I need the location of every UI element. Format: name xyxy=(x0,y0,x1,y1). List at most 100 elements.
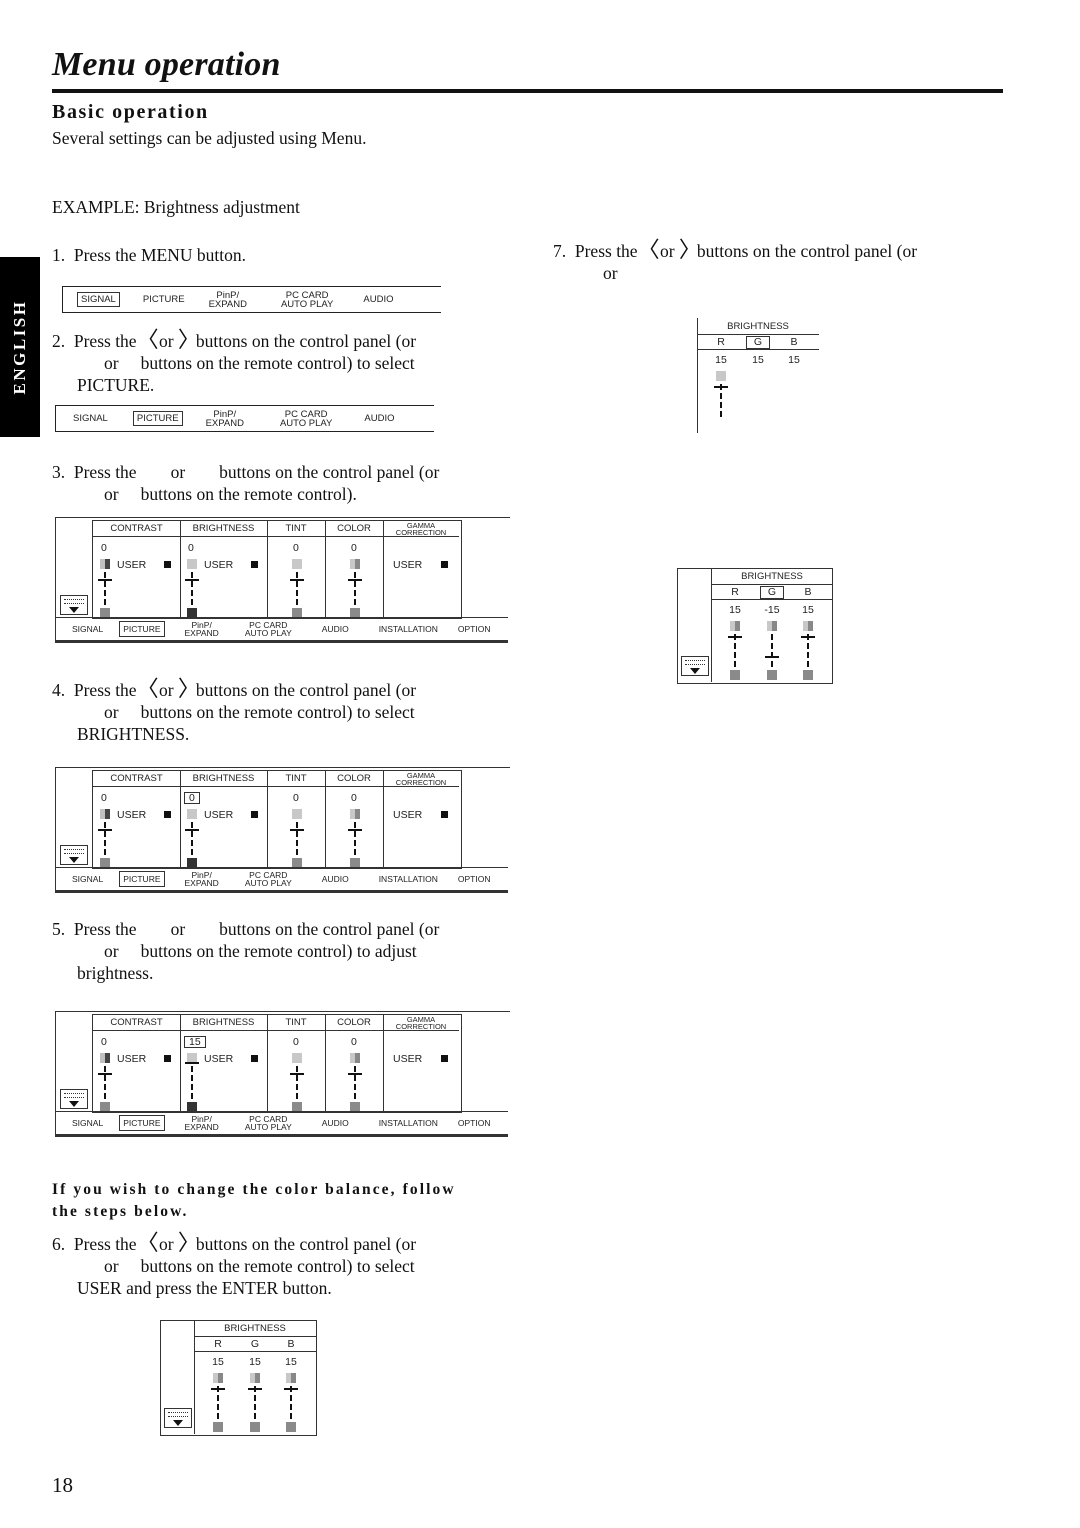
column-color[interactable]: COLOR 0 xyxy=(325,521,384,618)
scroll-down-icon[interactable] xyxy=(60,595,88,615)
channel-b[interactable]: B xyxy=(279,1338,303,1350)
channel-r-slider[interactable] xyxy=(714,371,728,431)
column-contrast[interactable]: CONTRAST 0 USER xyxy=(93,521,181,618)
channel-g[interactable]: G xyxy=(760,586,784,599)
channel-b[interactable]: B xyxy=(782,336,806,348)
tab-pinp-expand[interactable]: PinP/EXPAND xyxy=(185,621,219,638)
contrast-value[interactable]: 0 xyxy=(101,792,107,804)
slider-thumb[interactable] xyxy=(248,1388,262,1390)
column-contrast[interactable]: CONTRAST 0 USER xyxy=(93,1015,181,1112)
column-tint[interactable]: TINT 0 xyxy=(267,1015,326,1112)
channel-r[interactable]: R xyxy=(709,336,733,348)
color-value[interactable]: 0 xyxy=(351,542,357,554)
column-brightness[interactable]: BRIGHTNESS 0 USER xyxy=(180,521,268,618)
scroll-down-icon[interactable] xyxy=(164,1408,192,1428)
slider-thumb[interactable] xyxy=(185,1062,199,1064)
contrast-slider[interactable] xyxy=(98,559,112,619)
color-slider[interactable] xyxy=(348,809,362,869)
menu-picture[interactable]: PICTURE xyxy=(132,411,183,426)
slider-thumb[interactable] xyxy=(728,636,742,638)
slider-thumb[interactable] xyxy=(290,829,304,831)
tint-slider[interactable] xyxy=(290,809,304,869)
brightness-slider[interactable] xyxy=(185,559,199,619)
contrast-slider[interactable] xyxy=(98,809,112,869)
column-gamma[interactable]: GAMMA CORRECTION USER xyxy=(383,771,459,868)
tab-option[interactable]: OPTION xyxy=(458,1119,491,1128)
slider-thumb[interactable] xyxy=(98,829,112,831)
menu-picture[interactable]: PICTURE xyxy=(140,293,188,306)
tab-option[interactable]: OPTION xyxy=(458,625,491,634)
menu-pc-card[interactable]: PC CARD AUTO PLAY xyxy=(278,289,336,311)
menu-audio[interactable]: AUDIO xyxy=(360,293,396,306)
column-color[interactable]: COLOR 0 xyxy=(325,1015,384,1112)
brightness-value[interactable]: 0 xyxy=(188,542,194,554)
scroll-down-icon[interactable] xyxy=(60,1089,88,1109)
slider-thumb[interactable] xyxy=(714,386,728,388)
brightness-slider[interactable] xyxy=(185,809,199,869)
tab-audio[interactable]: AUDIO xyxy=(322,1119,349,1128)
contrast-value[interactable]: 0 xyxy=(101,542,107,554)
tab-picture[interactable]: PICTURE xyxy=(119,871,165,887)
menu-signal[interactable]: SIGNAL xyxy=(70,412,111,425)
color-slider[interactable] xyxy=(348,1053,362,1113)
channel-r[interactable]: R xyxy=(206,1338,230,1350)
tab-audio[interactable]: AUDIO xyxy=(322,625,349,634)
tab-signal[interactable]: SIGNAL xyxy=(72,875,103,884)
column-color[interactable]: COLOR 0 xyxy=(325,771,384,868)
column-tint[interactable]: TINT 0 xyxy=(267,771,326,868)
tab-pinp-expand[interactable]: PinP/EXPAND xyxy=(185,1115,219,1132)
tab-pinp-expand[interactable]: PinP/EXPAND xyxy=(185,871,219,888)
channel-g-slider[interactable] xyxy=(765,621,779,681)
channel-g-slider[interactable] xyxy=(248,1373,262,1433)
slider-thumb[interactable] xyxy=(348,829,362,831)
menu-signal[interactable]: SIGNAL xyxy=(77,292,120,307)
slider-thumb[interactable] xyxy=(348,579,362,581)
contrast-slider[interactable] xyxy=(98,1053,112,1113)
scroll-down-icon[interactable] xyxy=(60,845,88,865)
menu-pinp-expand[interactable]: PinP/EXPAND xyxy=(203,408,247,430)
tab-picture[interactable]: PICTURE xyxy=(119,1115,165,1131)
slider-thumb[interactable] xyxy=(765,656,779,658)
tint-value[interactable]: 0 xyxy=(293,542,299,554)
channel-r-slider[interactable] xyxy=(211,1373,225,1433)
column-brightness[interactable]: BRIGHTNESS 15 USER xyxy=(180,1015,268,1112)
tab-picture[interactable]: PICTURE xyxy=(119,621,165,637)
column-gamma[interactable]: GAMMA CORRECTION USER xyxy=(383,1015,459,1112)
column-gamma[interactable]: GAMMA CORRECTION USER xyxy=(383,521,459,618)
menu-pinp-expand[interactable]: PinP/EXPAND xyxy=(206,289,250,311)
menu-pc-card[interactable]: PC CARD AUTO PLAY xyxy=(277,408,335,430)
tab-signal[interactable]: SIGNAL xyxy=(72,1119,103,1128)
column-tint[interactable]: TINT 0 xyxy=(267,521,326,618)
tab-pc-card[interactable]: PC CARD AUTO PLAY xyxy=(245,871,292,888)
channel-r[interactable]: R xyxy=(723,586,747,598)
brightness-slider[interactable] xyxy=(185,1053,199,1113)
color-slider[interactable] xyxy=(348,559,362,619)
slider-thumb[interactable] xyxy=(290,579,304,581)
channel-b-slider[interactable] xyxy=(284,1373,298,1433)
brightness-value[interactable]: 0 xyxy=(184,792,200,804)
tint-value[interactable]: 0 xyxy=(293,792,299,804)
tint-value[interactable]: 0 xyxy=(293,1036,299,1048)
slider-thumb[interactable] xyxy=(801,636,815,638)
slider-thumb[interactable] xyxy=(348,1073,362,1075)
channel-g[interactable]: G xyxy=(243,1338,267,1350)
tab-installation[interactable]: INSTALLATION xyxy=(379,1119,438,1128)
slider-thumb[interactable] xyxy=(185,579,199,581)
tab-installation[interactable]: INSTALLATION xyxy=(379,625,438,634)
slider-thumb[interactable] xyxy=(98,579,112,581)
slider-thumb[interactable] xyxy=(98,1073,112,1075)
menu-audio[interactable]: AUDIO xyxy=(361,412,397,425)
tab-option[interactable]: OPTION xyxy=(458,875,491,884)
column-brightness[interactable]: BRIGHTNESS 0 USER xyxy=(180,771,268,868)
tint-slider[interactable] xyxy=(290,559,304,619)
brightness-value[interactable]: 15 xyxy=(184,1036,206,1048)
tint-slider[interactable] xyxy=(290,1053,304,1113)
tab-installation[interactable]: INSTALLATION xyxy=(379,875,438,884)
channel-g[interactable]: G xyxy=(746,336,770,349)
color-value[interactable]: 0 xyxy=(351,792,357,804)
slider-thumb[interactable] xyxy=(211,1388,225,1390)
channel-r-slider[interactable] xyxy=(728,621,742,681)
column-contrast[interactable]: CONTRAST 0 USER xyxy=(93,771,181,868)
scroll-down-icon[interactable] xyxy=(681,656,709,676)
channel-b[interactable]: B xyxy=(796,586,820,598)
